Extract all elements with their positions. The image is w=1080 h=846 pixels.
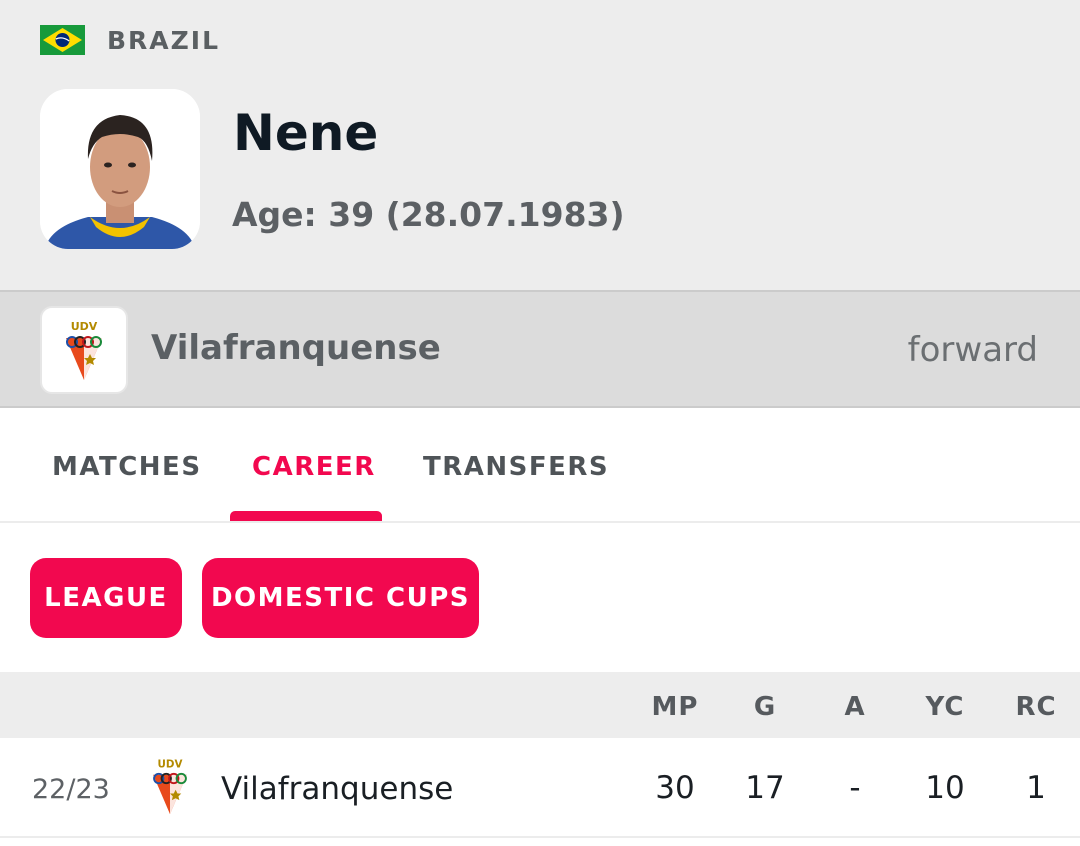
- cell-yc: 10: [925, 770, 965, 806]
- country-row: BRAZIL: [40, 25, 220, 55]
- column-header-g: G: [753, 692, 777, 722]
- table-row[interactable]: 22/23 UDV Vilafranquense 30 17 - 10 1: [0, 738, 1080, 838]
- tab-career[interactable]: CAREER: [252, 452, 376, 482]
- cell-a: -: [849, 770, 861, 806]
- country-name: BRAZIL: [107, 25, 221, 55]
- player-photo: [40, 89, 200, 249]
- active-tab-indicator: [230, 511, 382, 521]
- row-club-name[interactable]: Vilafranquense: [221, 771, 453, 807]
- brazil-flag-icon: [40, 25, 85, 55]
- vilafranquense-crest-icon: UDV: [153, 758, 187, 815]
- player-header: BRAZIL Nene Age: 39 (28.07.1983): [0, 0, 1080, 290]
- current-club-bar[interactable]: UDV Vilafranquense forward: [0, 290, 1080, 408]
- vilafranquense-crest-icon: UDV: [66, 320, 102, 380]
- cell-g: 17: [745, 770, 785, 806]
- cell-mp: 30: [655, 770, 695, 806]
- filter-domestic-cups-button[interactable]: DOMESTIC CUPS: [202, 558, 479, 638]
- career-table-header: MP G A YC RC: [0, 672, 1080, 738]
- club-logo: UDV: [40, 306, 128, 394]
- column-header-yc: YC: [925, 692, 965, 722]
- column-header-rc: RC: [1015, 692, 1057, 722]
- club-name: Vilafranquense: [151, 328, 441, 368]
- cell-rc: 1: [1026, 770, 1046, 806]
- column-header-a: A: [844, 692, 866, 722]
- filter-league-button[interactable]: LEAGUE: [30, 558, 182, 638]
- club-crest-letters: UDV: [158, 758, 183, 770]
- player-position: forward: [907, 330, 1038, 370]
- season: 22/23: [32, 774, 110, 805]
- player-age: Age: 39 (28.07.1983): [232, 195, 625, 234]
- tab-bar: MATCHES CAREER TRANSFERS: [0, 408, 1080, 523]
- tab-matches[interactable]: MATCHES: [52, 452, 202, 482]
- club-crest-letters: UDV: [71, 320, 98, 333]
- column-header-mp: MP: [651, 692, 699, 722]
- tab-transfers[interactable]: TRANSFERS: [423, 452, 609, 482]
- player-name: Nene: [233, 104, 379, 162]
